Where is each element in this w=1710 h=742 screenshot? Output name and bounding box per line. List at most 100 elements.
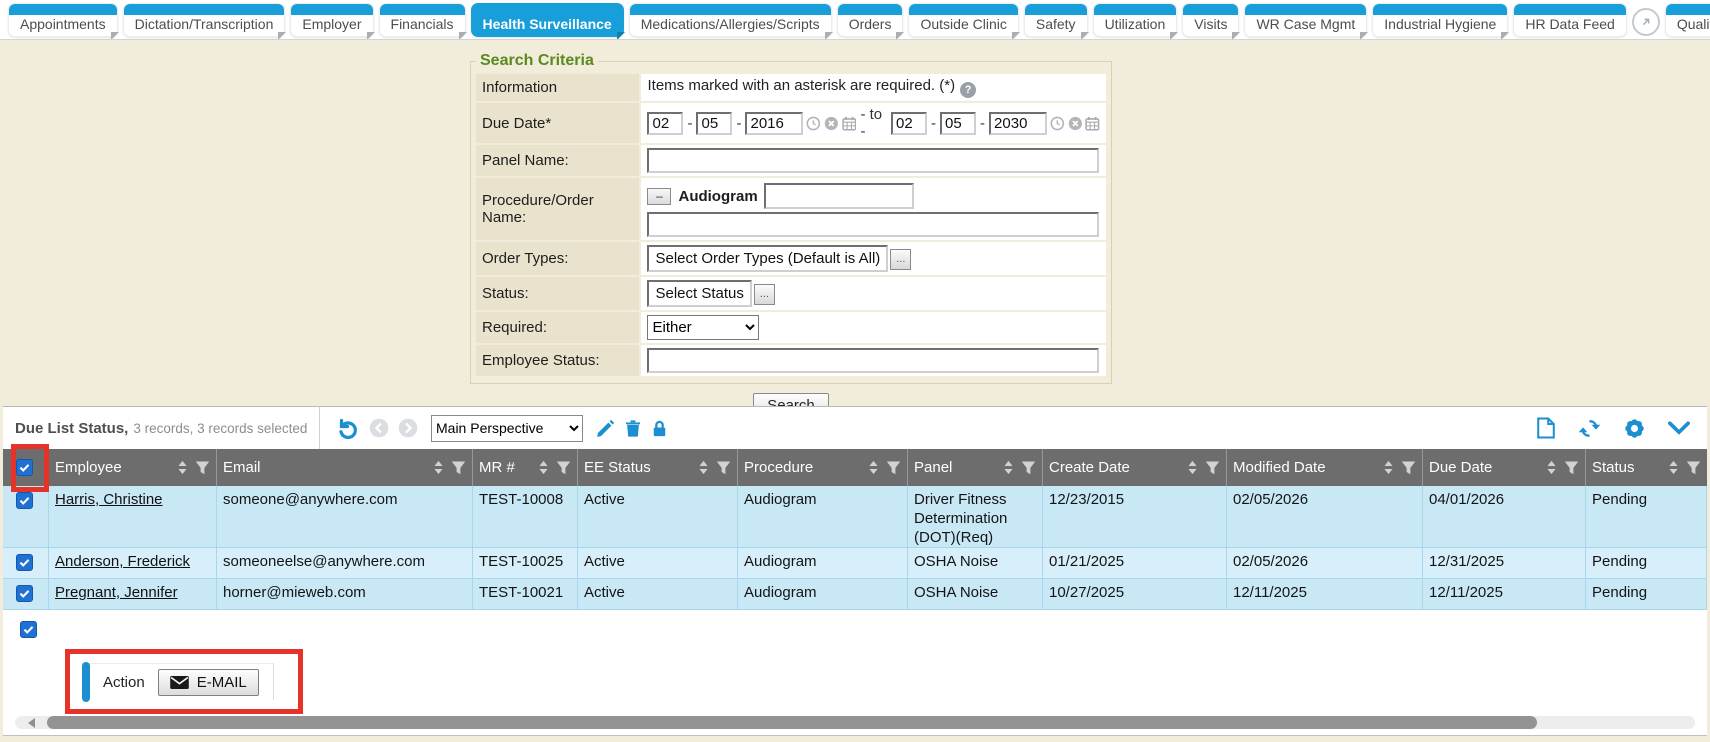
- tab-quality-of[interactable]: Quality of: [1665, 3, 1710, 37]
- column-header-due-date[interactable]: Due Date: [1423, 449, 1586, 486]
- clock-icon[interactable]: [806, 115, 821, 132]
- filter-icon[interactable]: [556, 460, 571, 475]
- email-cell: horner@mieweb.com: [223, 584, 366, 603]
- column-header-mr[interactable]: MR #: [473, 449, 578, 486]
- row-checkbox[interactable]: [16, 585, 33, 602]
- column-header-email[interactable]: Email: [217, 449, 473, 486]
- ee-status-cell: Active: [584, 553, 625, 572]
- procedure-name-input[interactable]: [647, 212, 1099, 237]
- due-to-year-input[interactable]: [989, 112, 1047, 135]
- sort-icon[interactable]: [698, 460, 709, 475]
- tab-financials[interactable]: Financials: [379, 3, 466, 37]
- tab-outside-clinic[interactable]: Outside Clinic: [908, 3, 1018, 37]
- reset-icon[interactable]: [335, 416, 360, 441]
- tab-appointments[interactable]: Appointments: [8, 3, 118, 37]
- employee-link[interactable]: Anderson, Frederick: [55, 553, 190, 572]
- horizontal-scrollbar[interactable]: [15, 716, 1695, 729]
- date-dash: -: [735, 115, 742, 132]
- gear-icon[interactable]: [1623, 417, 1646, 440]
- column-header-create-date[interactable]: Create Date: [1043, 449, 1227, 486]
- clear-date-icon[interactable]: [1068, 115, 1083, 132]
- due-to-day-input[interactable]: [940, 112, 976, 135]
- tab-fold-icon: [617, 32, 625, 40]
- sort-icon[interactable]: [1668, 460, 1679, 475]
- filter-icon[interactable]: [886, 460, 901, 475]
- delete-perspective-icon[interactable]: [624, 419, 642, 438]
- employee-status-input[interactable]: [647, 348, 1099, 373]
- table-row: Anderson, Frederick someoneelse@anywhere…: [3, 548, 1707, 579]
- calendar-icon[interactable]: [842, 115, 857, 132]
- employee-link[interactable]: Pregnant, Jennifer: [55, 584, 178, 603]
- procedure-quick-input[interactable]: [764, 183, 914, 209]
- filter-icon[interactable]: [1205, 460, 1220, 475]
- column-header-status[interactable]: Status: [1586, 449, 1707, 486]
- column-header-procedure[interactable]: Procedure: [738, 449, 908, 486]
- clock-icon[interactable]: [1050, 115, 1065, 132]
- filter-icon[interactable]: [195, 460, 210, 475]
- calendar-icon[interactable]: [1085, 115, 1100, 132]
- order-types-value[interactable]: Select Order Types (Default is All): [647, 245, 888, 272]
- column-header-employee[interactable]: Employee: [49, 449, 217, 486]
- filter-icon[interactable]: [451, 460, 466, 475]
- status-value[interactable]: Select Status: [647, 280, 751, 307]
- filter-icon[interactable]: [716, 460, 731, 475]
- sort-icon[interactable]: [1383, 460, 1394, 475]
- scrollbar-thumb[interactable]: [47, 716, 1537, 729]
- filter-icon[interactable]: [1564, 460, 1579, 475]
- tab-orders[interactable]: Orders: [837, 3, 904, 37]
- perspective-select[interactable]: Main Perspective: [431, 415, 583, 442]
- lock-perspective-icon[interactable]: [651, 419, 668, 438]
- filter-icon[interactable]: [1021, 460, 1036, 475]
- new-document-icon[interactable]: [1536, 416, 1556, 440]
- panel-name-input[interactable]: [647, 148, 1099, 173]
- sort-icon[interactable]: [1187, 460, 1198, 475]
- collapse-grid-icon[interactable]: [1667, 421, 1691, 435]
- employee-link[interactable]: Harris, Christine: [55, 491, 163, 510]
- annotation-action-highlight: Action E-MAIL: [65, 649, 303, 714]
- tab-industrial-hygiene[interactable]: Industrial Hygiene: [1372, 3, 1508, 37]
- sort-icon[interactable]: [177, 460, 188, 475]
- status-picker-button[interactable]: ...: [754, 284, 775, 305]
- collapse-procedure-button[interactable]: –: [647, 188, 671, 205]
- column-header-ee-status[interactable]: EE Status: [578, 449, 738, 486]
- column-header-modified-date[interactable]: Modified Date: [1227, 449, 1423, 486]
- tab-health-surveillance[interactable]: Health Surveillance: [471, 3, 624, 37]
- tab-visits[interactable]: Visits: [1182, 3, 1239, 37]
- required-select[interactable]: Either: [647, 315, 759, 340]
- next-page-icon[interactable]: [398, 418, 418, 438]
- row-checkbox[interactable]: [16, 492, 33, 509]
- sort-icon[interactable]: [868, 460, 879, 475]
- tab-overflow-button[interactable]: [1632, 8, 1660, 36]
- column-header-panel[interactable]: Panel: [908, 449, 1043, 486]
- sort-icon[interactable]: [433, 460, 444, 475]
- due-from-day-input[interactable]: [696, 112, 732, 135]
- tab-safety[interactable]: Safety: [1024, 3, 1088, 37]
- email-button[interactable]: E-MAIL: [158, 669, 259, 696]
- sort-icon[interactable]: [1546, 460, 1557, 475]
- tab-employer[interactable]: Employer: [290, 3, 373, 37]
- clear-date-icon[interactable]: [824, 115, 839, 132]
- filter-icon[interactable]: [1686, 460, 1701, 475]
- sort-icon[interactable]: [1003, 460, 1014, 475]
- edit-perspective-icon[interactable]: [596, 419, 615, 438]
- tab-fold-icon: [278, 32, 286, 40]
- footer-select-all-checkbox[interactable]: [20, 621, 37, 638]
- order-types-picker-button[interactable]: ...: [890, 249, 911, 270]
- due-from-month-input[interactable]: [647, 112, 683, 135]
- help-icon[interactable]: ?: [960, 82, 976, 98]
- row-checkbox[interactable]: [16, 554, 33, 571]
- modified-date-cell: 02/05/2026: [1233, 553, 1308, 572]
- tab-wr-case-mgmt[interactable]: WR Case Mgmt: [1244, 3, 1367, 37]
- prev-page-icon[interactable]: [369, 418, 389, 438]
- filter-icon[interactable]: [1401, 460, 1416, 475]
- scroll-left-arrow-icon[interactable]: [28, 718, 35, 728]
- refresh-icon[interactable]: [1577, 417, 1602, 440]
- tab-hr-data-feed[interactable]: HR Data Feed: [1513, 3, 1626, 37]
- due-to-month-input[interactable]: [891, 112, 927, 135]
- mr-cell: TEST-10021: [479, 584, 563, 603]
- sort-icon[interactable]: [538, 460, 549, 475]
- tab-medications-allergies-scripts[interactable]: Medications/Allergies/Scripts: [629, 3, 832, 37]
- tab-dictation-transcription[interactable]: Dictation/Transcription: [123, 3, 286, 37]
- tab-utilization[interactable]: Utilization: [1093, 3, 1178, 37]
- due-from-year-input[interactable]: [745, 112, 803, 135]
